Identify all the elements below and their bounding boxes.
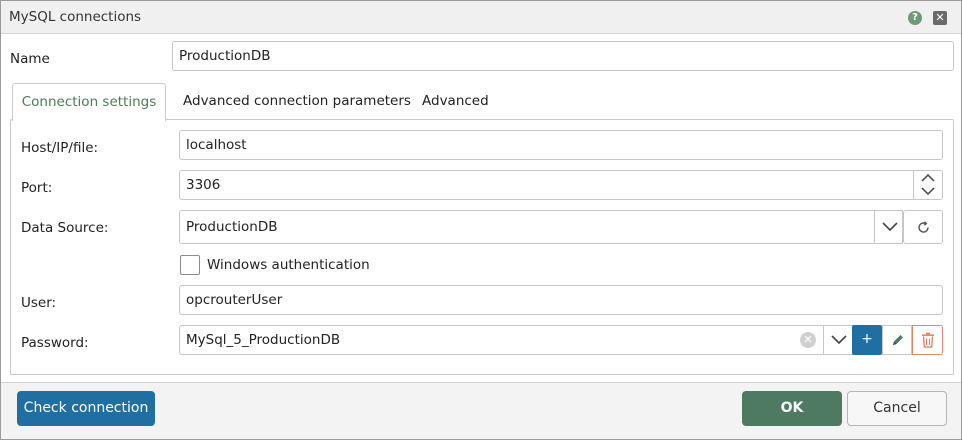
- refresh-datasource-button[interactable]: [903, 210, 943, 244]
- windows-authentication-checkbox[interactable]: [180, 255, 200, 275]
- trash-icon: [922, 332, 934, 348]
- password-dropdown-button[interactable]: [823, 325, 852, 355]
- port-input[interactable]: 3306: [179, 170, 943, 200]
- edit-password-button[interactable]: [882, 325, 912, 355]
- help-icon[interactable]: ?: [908, 11, 922, 25]
- chevron-down-icon: [831, 335, 847, 344]
- close-icon[interactable]: ✕: [933, 11, 947, 25]
- chevron-up-icon[interactable]: [921, 174, 935, 182]
- chevron-down-icon: [882, 222, 898, 231]
- name-label: Name: [10, 51, 50, 67]
- add-password-button[interactable]: +: [852, 325, 882, 355]
- password-value: MySql_5_ProductionDB: [186, 332, 341, 348]
- datasource-dropdown-button[interactable]: [874, 211, 903, 243]
- tab-connection-settings[interactable]: Connection settings: [12, 83, 166, 121]
- password-select[interactable]: MySql_5_ProductionDB: [179, 325, 853, 355]
- check-connection-button[interactable]: Check connection: [17, 391, 155, 426]
- datasource-label: Data Source:: [21, 220, 109, 236]
- title-bar: MySQL connections ? ✕: [1, 1, 961, 34]
- host-value: localhost: [186, 137, 247, 153]
- port-stepper[interactable]: [913, 170, 943, 200]
- pencil-icon: [893, 335, 903, 345]
- tab-advanced[interactable]: Advanced: [422, 83, 489, 120]
- user-value: opcrouterUser: [186, 292, 283, 308]
- refresh-icon: [918, 221, 929, 233]
- user-label: User:: [21, 295, 57, 311]
- window-title: MySQL connections: [9, 9, 142, 25]
- mysql-connections-dialog: MySQL connections ? ✕ Name ProductionDB …: [0, 0, 962, 440]
- delete-password-button[interactable]: [912, 325, 943, 355]
- password-label: Password:: [21, 335, 89, 351]
- cancel-button[interactable]: Cancel: [847, 391, 947, 426]
- host-label: Host/IP/file:: [21, 140, 99, 156]
- user-input[interactable]: opcrouterUser: [179, 285, 943, 315]
- clear-icon[interactable]: ✕: [800, 332, 816, 348]
- host-input[interactable]: localhost: [179, 130, 943, 160]
- name-value: ProductionDB: [179, 48, 271, 64]
- port-value: 3306: [186, 177, 221, 193]
- datasource-value: ProductionDB: [186, 219, 278, 235]
- ok-button[interactable]: OK: [742, 391, 842, 426]
- datasource-select[interactable]: ProductionDB: [179, 210, 903, 244]
- chevron-down-icon[interactable]: [921, 187, 935, 195]
- port-label: Port:: [21, 180, 53, 196]
- name-input[interactable]: ProductionDB: [172, 41, 954, 71]
- windows-authentication-label: Windows authentication: [207, 257, 370, 273]
- tab-advanced-connection-parameters[interactable]: Advanced connection parameters: [183, 83, 411, 120]
